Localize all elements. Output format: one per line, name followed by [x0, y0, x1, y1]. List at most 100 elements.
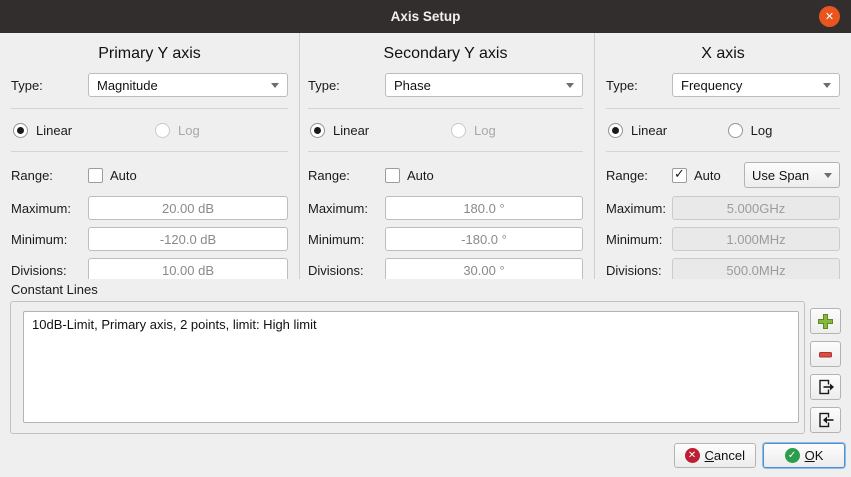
linear-radio[interactable]: Linear [606, 123, 728, 138]
cancel-button-label: Cancel [705, 448, 745, 463]
radio-checked-icon [608, 123, 623, 138]
minimum-label: Minimum: [606, 232, 672, 247]
type-select-value: Magnitude [97, 78, 265, 93]
maximum-input[interactable] [88, 196, 288, 220]
separator [308, 151, 583, 152]
separator [606, 151, 840, 152]
minus-icon [817, 346, 834, 363]
radio-checked-icon [310, 123, 325, 138]
type-label: Type: [606, 78, 672, 93]
separator [308, 108, 583, 109]
cancel-button[interactable]: ✕ Cancel [674, 443, 756, 468]
radio-checked-icon [13, 123, 28, 138]
type-select-value: Frequency [681, 78, 817, 93]
dialog-footer: ✕ Cancel ✓ OK [0, 434, 851, 477]
axis-setup-dialog: Axis Setup ✕ Primary Y axis Type: Magnit… [0, 0, 851, 477]
minimum-label: Minimum: [308, 232, 385, 247]
divisions-label: Divisions: [308, 263, 385, 278]
plus-icon [817, 313, 834, 330]
cancel-icon: ✕ [685, 448, 700, 463]
minimum-input[interactable] [385, 227, 583, 251]
chevron-down-icon [566, 83, 574, 88]
auto-checkbox-label: Auto [110, 168, 137, 183]
auto-checkbox[interactable]: Auto [672, 168, 721, 183]
chevron-down-icon [824, 173, 832, 178]
separator [606, 108, 840, 109]
checkbox-unchecked-icon [88, 168, 103, 183]
constant-lines-label: Constant Lines [11, 282, 851, 297]
axis-columns: Primary Y axis Type: Magnitude Linear Lo… [0, 33, 851, 279]
range-label: Range: [606, 168, 672, 183]
minimum-input[interactable] [88, 227, 288, 251]
span-mode-select[interactable]: Use Span [744, 162, 840, 188]
panel-title: Primary Y axis [11, 43, 288, 65]
linear-radio[interactable]: Linear [308, 123, 451, 138]
type-select[interactable]: Magnitude [88, 73, 288, 97]
add-line-button[interactable] [810, 308, 841, 334]
list-item[interactable]: 10dB-Limit, Primary axis, 2 points, limi… [32, 316, 790, 333]
remove-line-button[interactable] [810, 341, 841, 367]
maximum-label: Maximum: [308, 201, 385, 216]
x-axis-panel: X axis Type: Frequency Linear Log [595, 33, 851, 279]
range-label: Range: [11, 168, 88, 183]
primary-y-axis-panel: Primary Y axis Type: Magnitude Linear Lo… [0, 33, 300, 279]
divisions-label: Divisions: [11, 263, 88, 278]
type-select[interactable]: Phase [385, 73, 583, 97]
titlebar[interactable]: Axis Setup ✕ [0, 0, 851, 33]
divisions-label: Divisions: [606, 263, 672, 278]
log-radio-label: Log [751, 123, 773, 138]
close-icon: ✕ [825, 6, 834, 27]
type-select[interactable]: Frequency [672, 73, 840, 97]
window-title: Axis Setup [391, 9, 461, 24]
log-radio[interactable]: Log [728, 123, 773, 138]
radio-unchecked-icon [451, 123, 466, 138]
linear-radio-label: Linear [36, 123, 72, 138]
radio-unchecked-icon [728, 123, 743, 138]
checkbox-unchecked-icon [385, 168, 400, 183]
constant-lines-groupbox: 10dB-Limit, Primary axis, 2 points, limi… [10, 301, 805, 434]
divisions-input [672, 258, 840, 279]
log-radio-label: Log [474, 123, 496, 138]
linear-radio-label: Linear [333, 123, 369, 138]
range-label: Range: [308, 168, 385, 183]
maximum-label: Maximum: [11, 201, 88, 216]
type-label: Type: [11, 78, 88, 93]
maximum-input [672, 196, 840, 220]
constant-lines-buttons [810, 301, 841, 434]
import-lines-button[interactable] [810, 407, 841, 433]
minimum-label: Minimum: [11, 232, 88, 247]
maximum-input[interactable] [385, 196, 583, 220]
export-lines-button[interactable] [810, 374, 841, 400]
chevron-down-icon [271, 83, 279, 88]
separator [11, 151, 288, 152]
ok-icon: ✓ [785, 448, 800, 463]
close-button[interactable]: ✕ [819, 6, 840, 27]
divisions-input[interactable] [385, 258, 583, 279]
separator [11, 108, 288, 109]
minimum-input [672, 227, 840, 251]
panel-title: X axis [606, 43, 840, 65]
log-radio: Log [155, 123, 200, 138]
linear-radio[interactable]: Linear [11, 123, 155, 138]
span-mode-value: Use Span [752, 168, 818, 183]
constant-lines-list[interactable]: 10dB-Limit, Primary axis, 2 points, limi… [23, 311, 799, 423]
log-radio: Log [451, 123, 496, 138]
log-radio-label: Log [178, 123, 200, 138]
auto-checkbox-label: Auto [407, 168, 434, 183]
secondary-y-axis-panel: Secondary Y axis Type: Phase Linear Log [300, 33, 595, 279]
ok-button[interactable]: ✓ OK [763, 443, 845, 468]
auto-checkbox[interactable]: Auto [385, 168, 434, 183]
panel-title: Secondary Y axis [308, 43, 583, 65]
linear-radio-label: Linear [631, 123, 667, 138]
constant-lines-section: 10dB-Limit, Primary axis, 2 points, limi… [0, 301, 851, 434]
radio-unchecked-icon [155, 123, 170, 138]
checkbox-checked-icon [672, 168, 687, 183]
auto-checkbox[interactable]: Auto [88, 168, 137, 183]
chevron-down-icon [823, 83, 831, 88]
auto-checkbox-label: Auto [694, 168, 721, 183]
type-select-value: Phase [394, 78, 560, 93]
ok-button-label: OK [805, 448, 824, 463]
type-label: Type: [308, 78, 385, 93]
divisions-input[interactable] [88, 258, 288, 279]
import-icon [817, 411, 835, 429]
